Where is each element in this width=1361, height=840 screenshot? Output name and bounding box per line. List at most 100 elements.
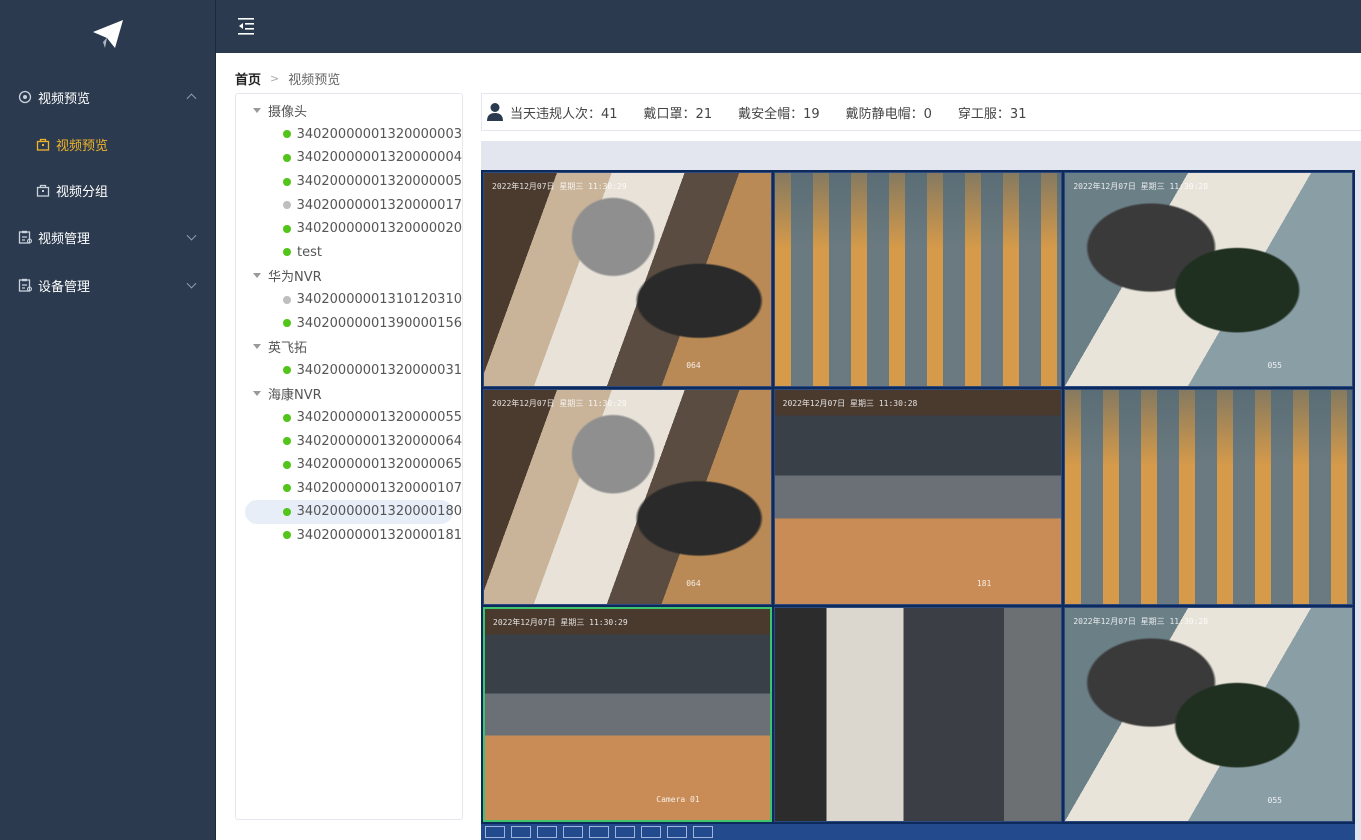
tree-device-node[interactable]: 34020000001320000180 [236,500,462,524]
tree-device-node[interactable]: 34020000001320000055 [236,406,462,430]
status-dot-icon [283,130,291,139]
record-icon[interactable] [667,826,687,838]
status-dot-icon [283,177,291,186]
video-cell-8[interactable]: 2022年12月07日 星期三 11:30:28 055 [1064,606,1353,822]
tree-device-node[interactable]: 34020000001320000020 [236,217,462,241]
status-dot-icon [283,507,291,516]
chevron-down-icon [186,278,197,289]
tree-device-label: 34020000001320000020 [296,221,462,237]
tree-device-label: 34020000001320000017 [296,197,462,213]
lock-icon[interactable] [641,826,661,838]
status-dot-icon [283,366,291,375]
tree-device-node[interactable]: 34020000001320000003 [236,123,462,147]
tree-device-node[interactable]: 34020000001390000156 [236,311,462,335]
video-cell-7[interactable] [773,606,1063,822]
camera-number: 064 [686,578,701,588]
tree-device-label: 34020000001310120310 [296,292,462,308]
tree-group[interactable]: 摄像头 [236,99,462,123]
tree-device-node[interactable]: 34020000001320000181 [236,524,462,548]
stat-mask: 戴口罩：21 [643,106,713,122]
layout-1-icon[interactable] [485,826,505,838]
video-overlay [774,173,1062,248]
tree-device-label: 34020000001320000181 [296,527,462,543]
camera-number: 181 [976,578,992,588]
tree-device-node[interactable]: 34020000001310120310 [236,288,462,312]
video-cell-6[interactable]: 2022年12月07日 星期三 11:30:29 Camera 01 [483,606,772,822]
paper-plane-icon [92,20,123,48]
tree-device-node[interactable]: test [236,241,462,265]
tree-device-label: 34020000001320000107 [296,480,462,496]
bag-icon [36,138,50,151]
camera-number: Camera 01 [656,794,700,804]
video-timestamp: 2022年12月07日 星期三 11:30:28 [1073,182,1209,191]
video-grid: 2022年12月07日 星期三 11:30:29 064 2022年12月07日 星… [481,170,1355,824]
sidebar-menu-2[interactable]: 设备管理 [0,261,215,309]
stat-helmet: 戴安全帽：19 [738,106,820,122]
tree-group-label: 华为NVR [268,270,322,286]
stat-uniform: 穿工服：31 [957,106,1027,122]
video-cell-5[interactable] [1064,389,1353,605]
breadcrumb-current: 视频预览 [288,73,341,88]
violation-stats-bar: 当天违规人次：41 戴口罩：21 戴安全帽：19 戴防静电帽：0 穿工服：31 [481,93,1361,131]
video-timestamp: 2022年12月07日 星期三 11:30:29 [492,399,627,409]
volume-icon[interactable] [693,826,713,838]
tree-group[interactable]: 英飞拓 [236,335,462,359]
status-dot-icon [283,295,291,304]
tree-device-label: 34020000001320000180 [296,504,462,520]
status-dot-icon [283,531,291,540]
video-cell-1[interactable] [773,172,1063,388]
status-dot-icon [283,248,291,257]
scrollbar[interactable] [1355,141,1361,840]
tree-device-node[interactable]: 34020000001320000064 [236,429,462,453]
tree-group[interactable]: 华为NVR [236,264,462,288]
status-dot-icon [283,484,291,493]
tree-device-label: 34020000001320000003 [296,126,462,142]
breadcrumb-home[interactable]: 首页 [235,69,261,88]
top-header [216,0,1361,53]
layout-9-icon[interactable] [537,826,557,838]
tree-group-label: 海康NVR [268,388,322,404]
video-cell-4[interactable]: 2022年12月07日 星期三 11:30:28 181 [773,389,1063,605]
status-dot-icon [283,413,291,422]
status-dot-icon [283,201,291,210]
tree-device-node[interactable]: 34020000001320000107 [236,477,462,501]
sidebar-subitem-0-1[interactable]: 视频分组 [0,167,215,213]
caret-down-icon[interactable] [253,344,261,350]
collapse-menu-icon[interactable] [236,16,256,36]
sidebar-menu-0[interactable]: 视频预览 [0,73,215,121]
video-cell-2[interactable]: 2022年12月07日 星期三 11:30:28 055 [1064,172,1353,388]
chevron-up-icon [186,93,197,104]
video-overlay [1065,390,1352,465]
tree-device-node[interactable]: 34020000001320000004 [236,146,462,170]
sidebar-subitem-0-0[interactable]: 视频预览 [0,121,215,167]
expand-icon[interactable] [615,826,635,838]
tree-device-label: 34020000001320000005 [296,174,462,190]
tree-device-label: 34020000001320000055 [296,410,462,426]
capture-icon[interactable] [589,826,609,838]
camera-number: 064 [686,361,701,371]
tree-device-node[interactable]: 34020000001320000065 [236,453,462,477]
caret-down-icon[interactable] [253,108,261,114]
layout-4-icon[interactable] [511,826,531,838]
tree-device-node[interactable]: 34020000001320000005 [236,170,462,194]
tree-device-label: 34020000001320000064 [296,433,462,449]
tree-device-label: 34020000001320000004 [296,150,462,166]
caret-down-icon[interactable] [253,273,261,279]
breadcrumb: 首页 > 视频预览 [235,69,340,88]
fullscreen-icon[interactable] [563,826,583,838]
status-dot-icon [283,153,291,162]
clipboard-icon [18,278,32,292]
logo[interactable] [0,0,215,68]
camera-number: 055 [1267,361,1282,371]
sidebar-menu-label: 视频管理 [38,231,91,247]
sidebar: 视频预览 视频预览 视频分组 视频管理 设备管理 [0,0,216,840]
video-cell-0[interactable]: 2022年12月07日 星期三 11:30:29 064 [483,172,772,388]
tree-group[interactable]: 海康NVR [236,382,462,406]
breadcrumb-separator-icon: > [270,72,280,85]
video-cell-3[interactable]: 2022年12月07日 星期三 11:30:29 064 [483,389,772,605]
caret-down-icon[interactable] [253,391,261,397]
sidebar-menu-1[interactable]: 视频管理 [0,213,215,261]
bag-icon [36,184,50,197]
tree-device-node[interactable]: 34020000001320000017 [236,193,462,217]
tree-device-node[interactable]: 34020000001320000031 [236,359,462,383]
